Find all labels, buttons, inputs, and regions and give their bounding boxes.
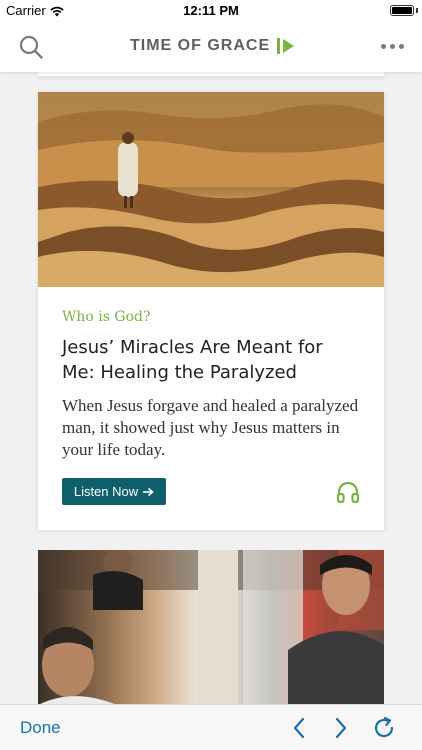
logo-play-icon: [277, 38, 295, 54]
listen-now-button[interactable]: Listen Now: [62, 478, 166, 505]
article-card[interactable]: Who is God? Jesus’ Miracles Are Meant fo…: [38, 92, 384, 530]
previous-card-edge: [38, 72, 384, 76]
app-header: TIME OF GRACE: [0, 22, 422, 72]
back-icon[interactable]: [288, 716, 312, 740]
brand-logo: TIME OF GRACE: [130, 36, 296, 56]
article-image: [38, 550, 384, 704]
more-icon[interactable]: [381, 44, 404, 49]
article-card[interactable]: [38, 550, 384, 704]
status-time: 12:11 PM: [183, 3, 239, 18]
listen-now-label: Listen Now: [73, 484, 139, 499]
article-actions: Listen Now: [62, 478, 360, 506]
article-feed[interactable]: Who is God? Jesus’ Miracles Are Meant fo…: [0, 72, 422, 704]
forward-icon[interactable]: [328, 716, 352, 740]
status-bar: Carrier 12:11 PM: [0, 0, 422, 22]
article-headline[interactable]: Jesus’ Miracles Are Meant for Me: Healin…: [62, 335, 360, 385]
article-category[interactable]: Who is God?: [62, 309, 360, 325]
battery-icon: [390, 5, 414, 16]
refresh-icon[interactable]: [372, 716, 396, 740]
headphones-icon[interactable]: [336, 480, 360, 504]
article-image: [38, 92, 384, 287]
arrow-right-icon: [143, 487, 154, 496]
article-excerpt: When Jesus forgave and healed a paralyze…: [62, 396, 359, 459]
logo-text: TIME OF GRACE: [130, 37, 271, 54]
browser-toolbar: Done: [0, 704, 422, 750]
done-button[interactable]: Done: [20, 718, 61, 738]
article-body: Who is God? Jesus’ Miracles Are Meant fo…: [38, 287, 384, 461]
search-icon[interactable]: [18, 34, 44, 60]
